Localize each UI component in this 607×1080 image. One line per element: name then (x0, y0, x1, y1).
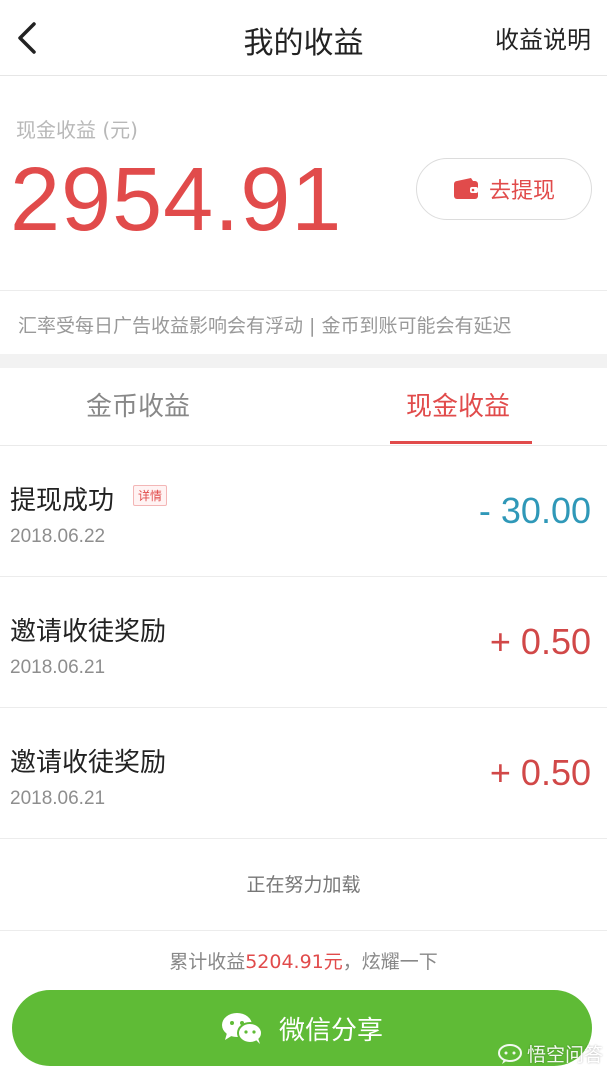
total-suffix: ，炫耀一下 (342, 951, 438, 973)
tab-coin-earnings[interactable]: 金币收益 (86, 386, 190, 423)
list-item[interactable]: 邀请收徒奖励 2018.06.21 + 0.50 (0, 708, 607, 839)
total-earnings-value: 5204.91元 (245, 951, 343, 973)
share-label: 微信分享 (278, 1015, 383, 1046)
record-amount: + 0.50 (489, 621, 591, 662)
active-tab-indicator (390, 441, 532, 444)
speech-bubble-icon (497, 1043, 522, 1064)
record-title: 提现成功 (10, 486, 115, 516)
record-amount: + 0.50 (489, 752, 591, 793)
watermark: 悟空问答 (497, 1040, 603, 1067)
wechat-icon (221, 1013, 263, 1044)
top-nav-bar: 我的收益 收益说明 (0, 0, 607, 76)
record-date: 2018.06.21 (10, 657, 106, 678)
cash-earnings-label: 现金收益 (元) (16, 118, 138, 142)
list-item[interactable]: 邀请收徒奖励 2018.06.21 + 0.50 (0, 577, 607, 708)
earnings-record-list: 提现成功 详情 2018.06.22 - 30.00 邀请收徒奖励 2018.0… (0, 446, 607, 839)
wallet-icon (453, 178, 478, 199)
cash-earnings-amount: 2954.91 (10, 150, 343, 250)
earnings-info-link[interactable]: 收益说明 (495, 20, 591, 55)
earnings-summary: 现金收益 (元) 2954.91 去提现 (0, 76, 607, 290)
record-amount: - 30.00 (478, 490, 591, 531)
earnings-tabs: 金币收益 现金收益 (0, 368, 607, 446)
record-title: 邀请收徒奖励 (10, 617, 167, 647)
list-item[interactable]: 提现成功 详情 2018.06.22 - 30.00 (0, 446, 607, 577)
section-divider (0, 354, 607, 368)
record-date: 2018.06.21 (10, 788, 106, 809)
withdraw-label: 去提现 (488, 179, 555, 204)
exchange-notice: 汇率受每日广告收益影响会有浮动 | 金币到账可能会有延迟 (0, 290, 607, 354)
tab-cash-earnings[interactable]: 现金收益 (406, 386, 510, 423)
total-earnings-line: 累计收益5204.91元，炫耀一下 (0, 930, 607, 988)
watermark-text: 悟空问答 (526, 1044, 603, 1066)
record-date: 2018.06.22 (10, 526, 106, 547)
notice-text: 汇率受每日广告收益影响会有浮动 | 金币到账可能会有延迟 (18, 315, 512, 337)
withdraw-button[interactable]: 去提现 (416, 158, 592, 220)
loading-indicator-text: 正在努力加载 (0, 842, 607, 930)
total-prefix: 累计收益 (169, 951, 246, 973)
details-tag[interactable]: 详情 (133, 485, 168, 506)
record-title: 邀请收徒奖励 (10, 748, 167, 778)
